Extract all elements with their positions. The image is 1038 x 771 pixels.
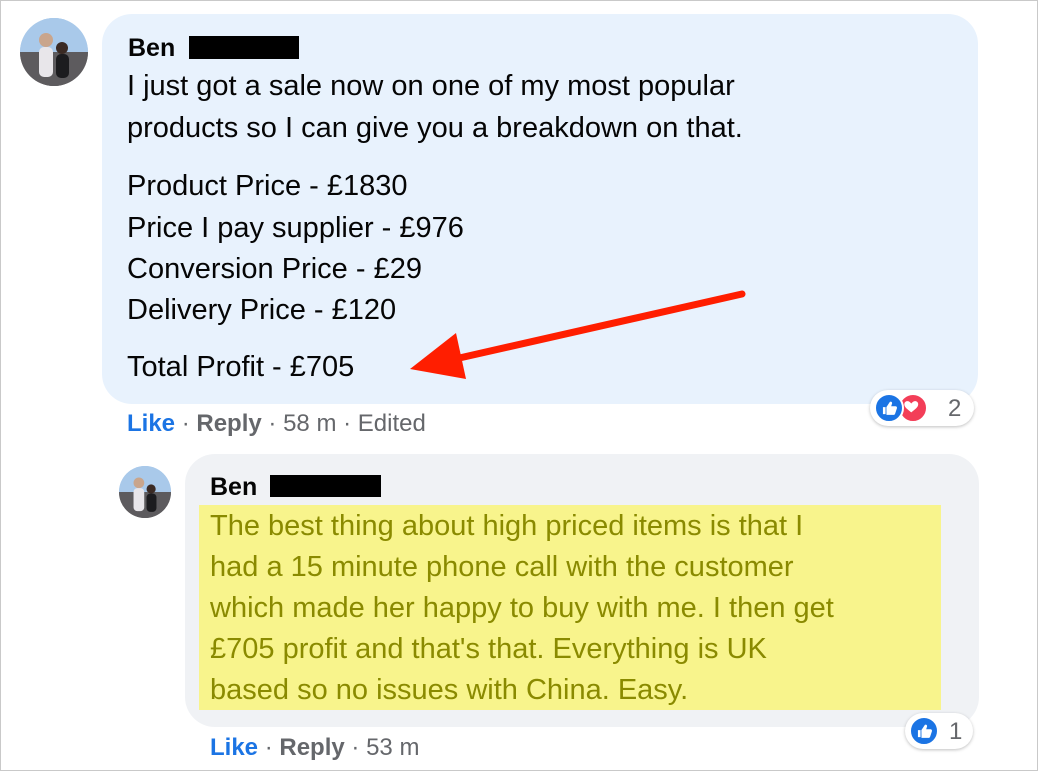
separator: · xyxy=(268,410,284,437)
reply-author[interactable]: Ben xyxy=(210,473,257,502)
like-button[interactable]: Like xyxy=(210,734,258,761)
edited-label: Edited xyxy=(357,410,426,437)
redacted-surname xyxy=(189,36,299,59)
separator: · xyxy=(351,734,367,761)
like-icon xyxy=(874,393,904,423)
breakdown-supplier-price: Price I pay supplier - £976 xyxy=(127,212,464,244)
reply-text-line: The best thing about high priced items i… xyxy=(210,510,804,542)
reaction-summary[interactable]: 1 xyxy=(905,713,973,749)
reply-text-line: had a 15 minute phone call with the cust… xyxy=(210,551,794,583)
reaction-summary[interactable]: 2 xyxy=(870,390,974,426)
comment-actions: Like · Reply · 58 m · Edited xyxy=(127,410,426,438)
reply-timestamp[interactable]: 53 m xyxy=(366,734,419,761)
comment-timestamp[interactable]: 58 m xyxy=(283,410,336,437)
separator: · xyxy=(343,410,358,437)
breakdown-conversion-price: Conversion Price - £29 xyxy=(127,253,422,285)
comment-text-line: I just got a sale now on one of my most … xyxy=(127,70,735,102)
comment-author[interactable]: Ben xyxy=(128,34,175,63)
separator: · xyxy=(181,410,197,437)
like-icon xyxy=(909,716,939,746)
profile-photo-icon xyxy=(20,18,88,86)
breakdown-product-price: Product Price - £1830 xyxy=(127,170,408,202)
breakdown-delivery-price: Delivery Price - £120 xyxy=(127,294,397,326)
redacted-surname xyxy=(270,475,381,497)
reply-text-line: £705 profit and that's that. Everything … xyxy=(210,633,767,665)
total-profit-line: Total Profit - £705 xyxy=(127,351,355,383)
profile-photo-icon xyxy=(119,466,171,518)
reply-button[interactable]: Reply xyxy=(279,734,344,761)
separator: · xyxy=(264,734,280,761)
avatar[interactable] xyxy=(20,18,88,86)
reply-button[interactable]: Reply xyxy=(196,410,261,437)
avatar[interactable] xyxy=(119,466,171,518)
comment-text-line: products so I can give you a breakdown o… xyxy=(127,112,743,144)
reaction-count: 2 xyxy=(948,395,962,422)
reaction-count: 1 xyxy=(949,718,963,745)
like-button[interactable]: Like xyxy=(127,410,175,437)
reply-actions: Like · Reply · 53 m xyxy=(210,734,419,762)
reply-text-line: based so no issues with China. Easy. xyxy=(210,674,689,706)
reply-text-line: which made her happy to buy with me. I t… xyxy=(210,592,834,624)
